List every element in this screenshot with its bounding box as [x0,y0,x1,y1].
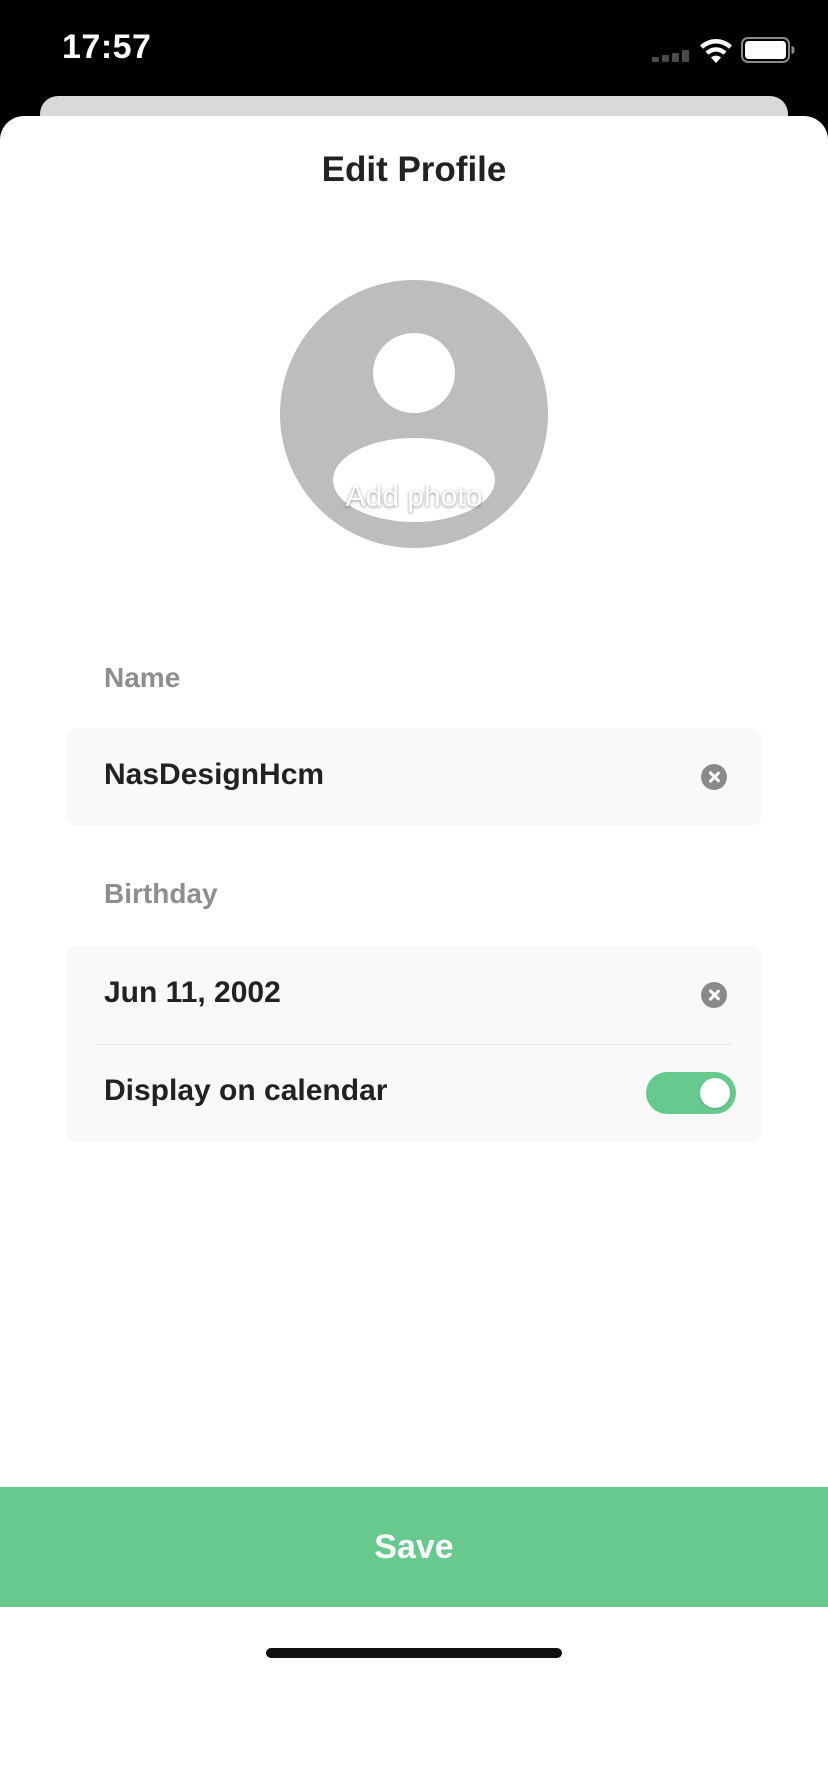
status-bar: 17:57 [0,0,828,96]
add-photo-label: Add photo [345,480,483,513]
display-on-calendar-toggle[interactable] [646,1072,736,1114]
avatar-head [373,333,455,413]
wifi-icon [700,39,732,63]
name-row [66,728,762,826]
page-title: Edit Profile [321,150,507,189]
birthday-field-card: Jun 11, 2002 Display on calendar [66,946,762,1142]
home-indicator [266,1648,562,1658]
clear-birthday-icon[interactable] [701,982,727,1008]
avatar-add-photo-button[interactable]: Add photo [280,280,548,548]
battery-icon [741,37,795,63]
display-on-calendar-label: Display on calendar [104,1074,388,1107]
birthday-value[interactable]: Jun 11, 2002 [104,976,664,1010]
clear-name-icon[interactable] [701,764,727,790]
screen: 17:57 Edit Profile Add photo Name NasDes… [0,0,828,1792]
name-input[interactable] [104,758,664,792]
name-label: Name [104,662,181,693]
name-field-card [66,728,762,826]
display-on-calendar-row: Display on calendar [66,1044,762,1142]
cellular-signal-icon [652,50,690,62]
toggle-knob [700,1078,730,1108]
birthday-row[interactable]: Jun 11, 2002 [66,946,762,1044]
birthday-label: Birthday [104,878,218,909]
save-button[interactable]: Save [0,1487,828,1607]
status-time: 17:57 [62,28,152,66]
